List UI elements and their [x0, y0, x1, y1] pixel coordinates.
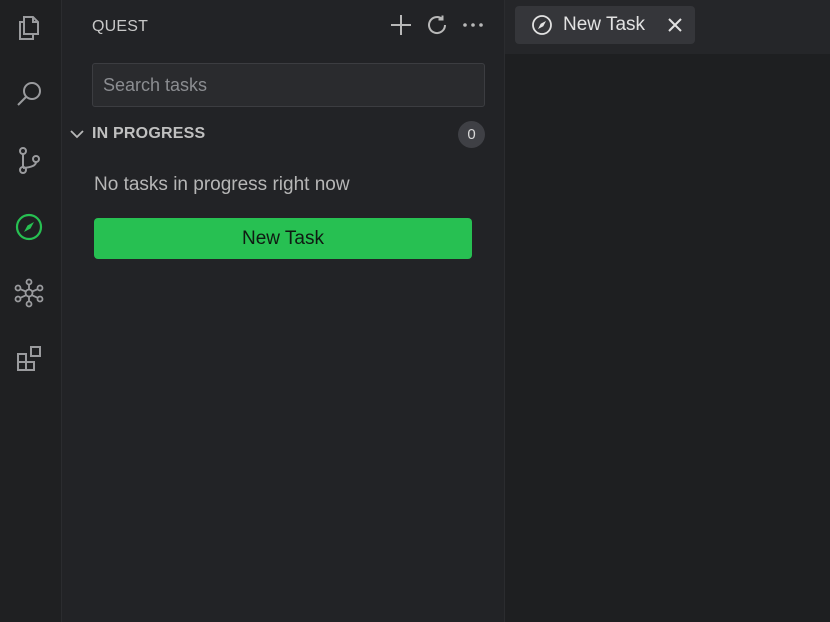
more-icon[interactable] [460, 11, 486, 39]
compass-icon[interactable] [12, 210, 46, 244]
source-control-icon[interactable] [12, 143, 46, 177]
quest-sidebar: QUEST IN PROGRESS 0 No tasks in progress… [62, 0, 505, 622]
section-title: IN PROGRESS [92, 125, 206, 142]
search-icon[interactable] [12, 77, 46, 111]
sidebar-title: QUEST [92, 18, 149, 35]
empty-message: No tasks in progress right now [94, 174, 350, 195]
section-in-progress[interactable]: IN PROGRESS 0 [68, 120, 485, 148]
tab-strip: New Task [505, 0, 830, 54]
files-icon[interactable] [12, 11, 46, 45]
plus-icon[interactable] [388, 11, 414, 39]
new-task-button[interactable]: New Task [94, 218, 472, 259]
activity-bar [0, 0, 62, 622]
tab-label: New Task [563, 14, 646, 35]
close-icon[interactable] [665, 15, 685, 35]
compass-icon [532, 15, 552, 35]
editor-area: New Task [505, 0, 830, 622]
search-input[interactable] [92, 63, 485, 107]
chevron-down-icon [70, 130, 84, 139]
tab-new-task[interactable]: New Task [515, 6, 695, 44]
graph-nodes-icon[interactable] [12, 276, 46, 310]
sidebar-actions [388, 11, 486, 39]
extensions-icon[interactable] [12, 341, 46, 375]
refresh-icon[interactable] [424, 11, 450, 39]
count-badge: 0 [458, 121, 485, 148]
